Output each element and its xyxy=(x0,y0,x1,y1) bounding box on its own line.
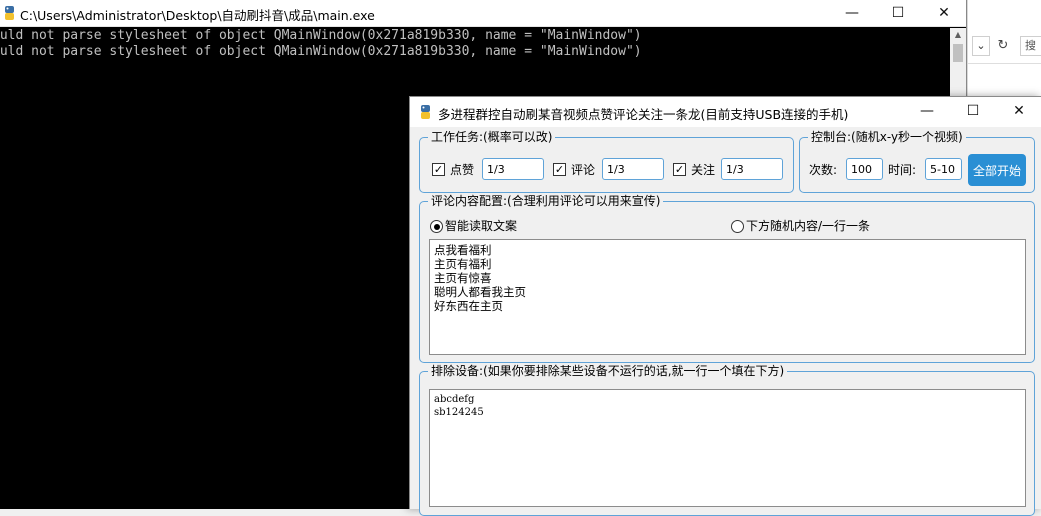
app-minimize-button[interactable]: — xyxy=(904,97,950,127)
python-app-icon xyxy=(421,105,430,119)
text-line: sb124245 xyxy=(434,407,484,418)
scrollbar-thumb[interactable] xyxy=(953,44,963,62)
app-title: 多进程群控自动刷某音视频点赞评论关注一条龙(目前支持USB连接的手机) xyxy=(438,107,849,122)
comment-content-textarea[interactable]: 点我看福利 主页有福利 主页有惊喜 聪明人都看我主页 好东西在主页 xyxy=(429,239,1026,355)
text-line: 主页有惊喜 xyxy=(434,271,492,285)
follow-label: 关注 xyxy=(691,163,716,177)
control-panel-group: 控制台:(随机x-y秒一个视频) 次数: 时间: 全部开始 xyxy=(799,129,1035,193)
comment-label: 评论 xyxy=(571,163,596,177)
random-content-radio[interactable] xyxy=(731,220,744,233)
chevron-down-icon[interactable]: ⌄ xyxy=(972,36,990,56)
exclude-devices-title: 排除设备:(如果你要排除某些设备不运行的话,就一行一个填在下方) xyxy=(428,363,788,379)
exclude-devices-group: 排除设备:(如果你要排除某些设备不运行的话,就一行一个填在下方) abcdefg… xyxy=(419,363,1035,516)
console-title: C:\Users\Administrator\Desktop\自动刷抖音\成品\… xyxy=(20,8,375,23)
count-label: 次数: xyxy=(809,163,838,177)
console-close-button[interactable]: ✕ xyxy=(921,0,967,27)
browser-toolbar: ⌄ ↻ 搜 xyxy=(968,28,1041,64)
search-button[interactable]: 搜 xyxy=(1020,36,1041,56)
like-probability-input[interactable] xyxy=(482,158,544,180)
text-line: 好东西在主页 xyxy=(434,299,503,313)
count-input[interactable] xyxy=(846,158,883,180)
console-minimize-button[interactable]: — xyxy=(829,0,875,27)
time-label: 时间: xyxy=(888,163,917,177)
app-titlebar[interactable]: 多进程群控自动刷某音视频点赞评论关注一条龙(目前支持USB连接的手机) — ☐ … xyxy=(410,97,1041,127)
comment-config-title: 评论内容配置:(合理利用评论可以用来宣传) xyxy=(428,193,664,209)
app-maximize-button[interactable]: ☐ xyxy=(950,97,996,127)
follow-probability-input[interactable] xyxy=(721,158,783,180)
scroll-up-icon[interactable]: ▲ xyxy=(950,28,966,42)
like-label: 点赞 xyxy=(450,163,475,177)
time-input[interactable] xyxy=(925,158,962,180)
console-line: ould not parse stylesheet of object QMai… xyxy=(0,28,642,43)
smart-read-radio[interactable] xyxy=(430,220,443,233)
like-checkbox[interactable]: ✓ xyxy=(432,163,445,176)
text-line: 聪明人都看我主页 xyxy=(434,285,526,299)
work-tasks-title: 工作任务:(概率可以改) xyxy=(428,129,556,145)
comment-checkbox[interactable]: ✓ xyxy=(553,163,566,176)
text-line: 主页有福利 xyxy=(434,257,492,271)
control-panel-title: 控制台:(随机x-y秒一个视频) xyxy=(808,129,966,145)
console-line: ould not parse stylesheet of object QMai… xyxy=(0,44,642,59)
app-window: 多进程群控自动刷某音视频点赞评论关注一条龙(目前支持USB连接的手机) — ☐ … xyxy=(409,96,1041,516)
follow-checkbox[interactable]: ✓ xyxy=(673,163,686,176)
work-tasks-group: 工作任务:(概率可以改) ✓ 点赞 ✓ 评论 ✓ 关注 xyxy=(419,129,794,193)
comment-config-group: 评论内容配置:(合理利用评论可以用来宣传) 智能读取文案 下方随机内容/一行一条… xyxy=(419,193,1035,363)
start-all-button[interactable]: 全部开始 xyxy=(968,154,1026,186)
refresh-icon[interactable]: ↻ xyxy=(994,36,1012,56)
exclude-devices-textarea[interactable]: abcdefg sb124245 xyxy=(429,389,1026,507)
text-line: abcdefg xyxy=(434,394,475,405)
console-maximize-button[interactable]: ☐ xyxy=(875,0,921,27)
comment-probability-input[interactable] xyxy=(602,158,664,180)
random-content-label: 下方随机内容/一行一条 xyxy=(746,219,871,233)
app-close-button[interactable]: ✕ xyxy=(996,97,1041,127)
smart-read-label: 智能读取文案 xyxy=(445,219,518,233)
python-app-icon xyxy=(5,6,14,20)
text-line: 点我看福利 xyxy=(434,243,492,257)
console-titlebar[interactable]: C:\Users\Administrator\Desktop\自动刷抖音\成品\… xyxy=(0,0,966,27)
